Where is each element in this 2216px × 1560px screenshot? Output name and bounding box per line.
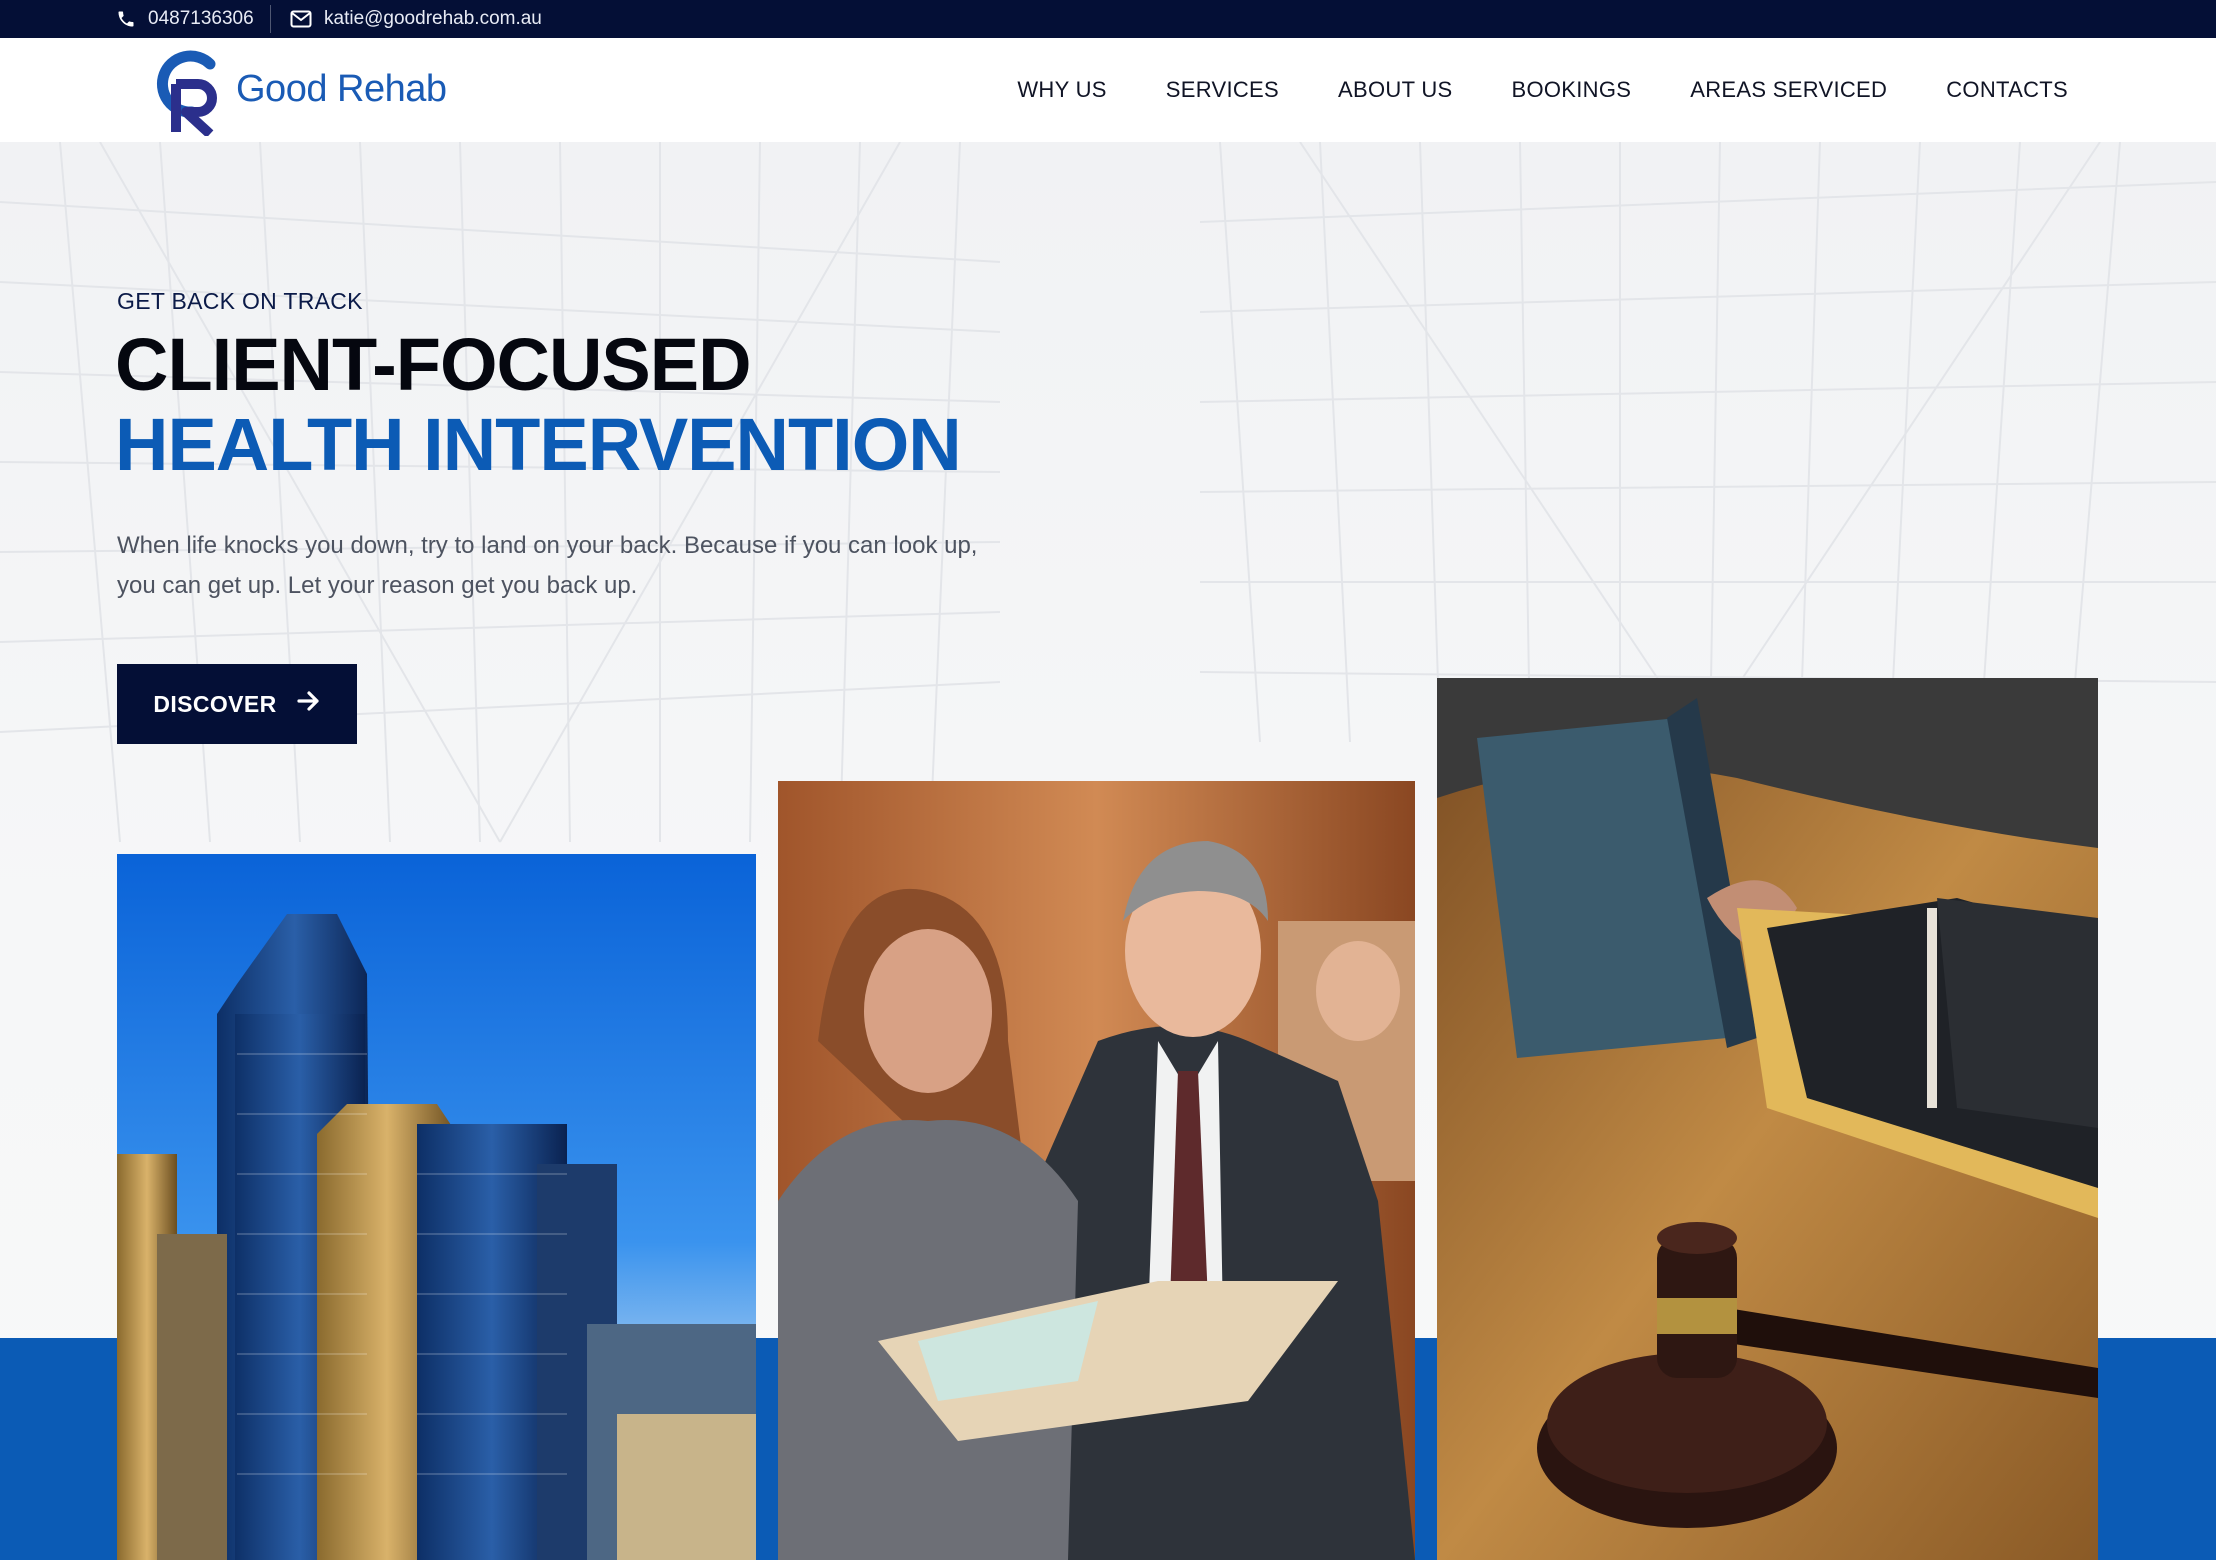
city-skyline-photo <box>117 854 756 1560</box>
phone-icon <box>116 9 136 29</box>
brand-name: Good Rehab <box>236 68 447 110</box>
discover-label: DISCOVER <box>153 690 277 717</box>
email-contact[interactable]: katie@goodrehab.com.au <box>290 0 542 38</box>
nav-services[interactable]: SERVICES <box>1166 77 1279 103</box>
nav-contacts[interactable]: CONTACTS <box>1946 77 2068 103</box>
brand-logo[interactable]: Good Rehab <box>152 44 447 136</box>
envelope-icon <box>290 10 312 28</box>
arrow-right-icon <box>297 690 321 718</box>
nav-about-us[interactable]: ABOUT US <box>1338 77 1452 103</box>
business-people-photo <box>778 781 1415 1560</box>
discover-button[interactable]: DISCOVER <box>117 664 357 744</box>
hero-lead-text: When life knocks you down, try to land o… <box>117 532 978 599</box>
hero-title-line-1: CLIENT-FOCUSED <box>115 323 752 406</box>
hero-title-line-2: HEALTH INTERVENTION <box>115 403 962 486</box>
gr-monogram-logo <box>152 44 228 136</box>
email-address: katie@goodrehab.com.au <box>324 8 542 29</box>
main-navigation: WHY US SERVICES ABOUT US BOOKINGS AREAS … <box>1017 38 2068 142</box>
top-contact-bar: 0487136306 katie@goodrehab.com.au <box>0 0 2216 38</box>
site-header: Good Rehab WHY US SERVICES ABOUT US BOOK… <box>0 38 2216 142</box>
nav-areas-serviced[interactable]: AREAS SERVICED <box>1690 77 1887 103</box>
phone-contact[interactable]: 0487136306 <box>116 0 254 38</box>
gavel-laptop-photo <box>1437 678 2098 1560</box>
hero-kicker: GET BACK ON TRACK <box>117 288 363 314</box>
nav-why-us[interactable]: WHY US <box>1017 77 1106 103</box>
phone-number: 0487136306 <box>148 8 254 29</box>
topbar-divider <box>270 5 271 33</box>
nav-bookings[interactable]: BOOKINGS <box>1511 77 1631 103</box>
